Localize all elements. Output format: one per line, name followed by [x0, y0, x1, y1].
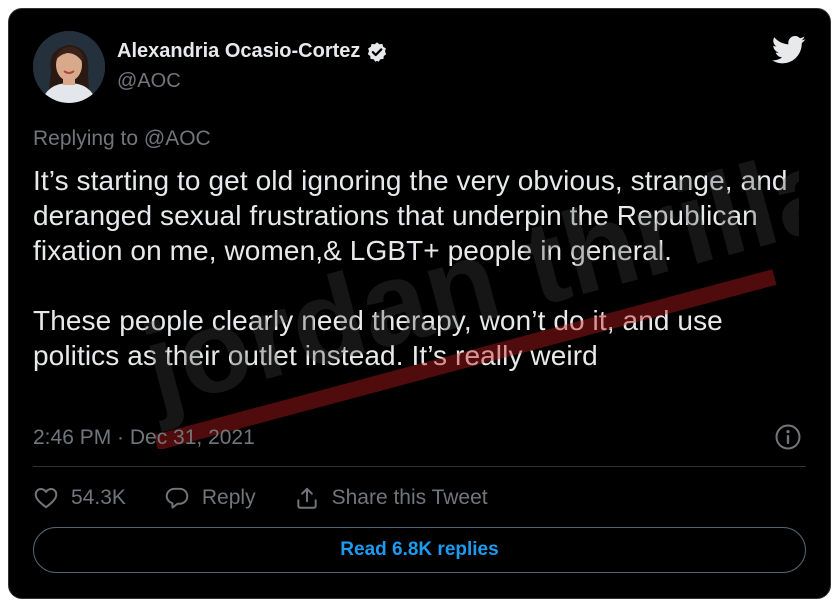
twitter-bird-icon[interactable]	[771, 35, 806, 65]
heart-icon	[34, 488, 58, 509]
avatar[interactable]	[33, 31, 105, 103]
read-replies-button[interactable]: Read 6.8K replies	[33, 527, 806, 573]
author-name-row: Alexandria Ocasio-Cortez	[117, 40, 388, 63]
verified-badge-icon	[366, 41, 388, 63]
tweet-actions: 54.3K Reply Share this Tweet	[33, 481, 526, 515]
timestamp[interactable]: 2:46 PM · Dec 31, 2021	[33, 426, 255, 450]
like-button[interactable]: 54.3K	[33, 485, 126, 511]
share-button[interactable]: Share this Tweet	[294, 485, 488, 511]
tweet-paragraph: It’s starting to get old ignoring the ve…	[33, 165, 788, 266]
share-arrow-icon	[296, 487, 317, 509]
like-count: 54.3K	[71, 486, 126, 509]
tweet-card: Alexandria Ocasio-Cortez @AOC Replying t…	[8, 8, 831, 599]
author-handle[interactable]: @AOC	[117, 70, 181, 93]
divider	[33, 466, 806, 467]
reply-label: Reply	[201, 486, 256, 509]
reply-context: Replying to @AOC	[33, 127, 211, 150]
share-label: Share this Tweet	[331, 486, 488, 509]
tweet-text: It’s starting to get old ignoring the ve…	[33, 163, 808, 373]
info-icon[interactable]	[774, 423, 802, 451]
speech-bubble-icon	[165, 487, 189, 509]
reply-button[interactable]: Reply	[164, 485, 256, 511]
author-name[interactable]: Alexandria Ocasio-Cortez	[117, 40, 360, 63]
tweet-paragraph: These people clearly need therapy, won’t…	[33, 305, 723, 371]
